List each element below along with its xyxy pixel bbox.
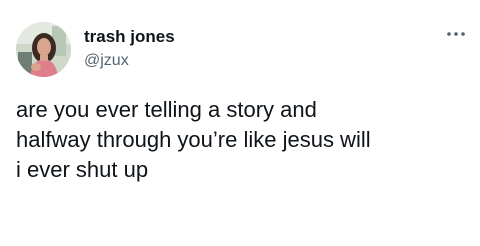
author-display-name[interactable]: trash jones bbox=[84, 27, 175, 47]
avatar[interactable] bbox=[16, 22, 71, 77]
tweet-text: are you ever telling a story and halfway… bbox=[16, 97, 371, 182]
profile-photo-icon bbox=[16, 22, 71, 77]
ellipsis-horizontal-icon bbox=[447, 32, 465, 36]
more-options-button[interactable] bbox=[442, 26, 470, 42]
tweet-card: trash jones @jzux are you ever telling a… bbox=[0, 0, 480, 246]
author-handle[interactable]: @jzux bbox=[84, 51, 129, 71]
